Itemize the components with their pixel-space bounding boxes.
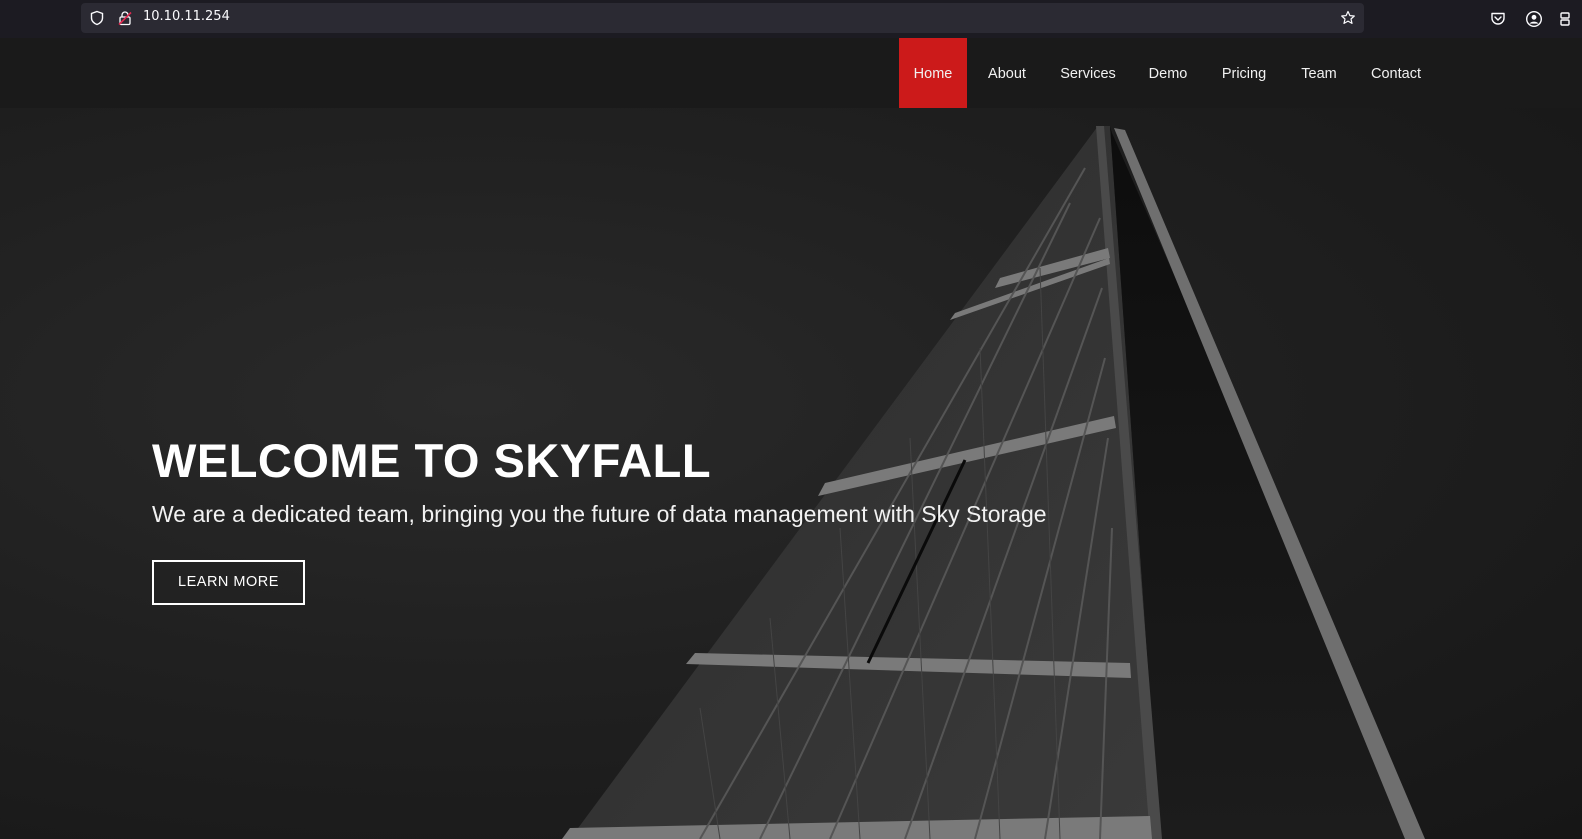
nav-home[interactable]: Home — [899, 38, 967, 108]
pocket-icon[interactable] — [1489, 10, 1507, 28]
browser-toolbar: 10.10.11.254 — [0, 0, 1582, 38]
shield-icon[interactable] — [89, 10, 105, 26]
nav-services[interactable]: Services — [1050, 38, 1126, 108]
insecure-lock-icon[interactable] — [117, 10, 133, 26]
hero-title: WELCOME TO SKYFALL — [152, 434, 712, 487]
nav-contact[interactable]: Contact — [1360, 38, 1432, 108]
bookmark-star-icon[interactable] — [1340, 10, 1356, 26]
account-icon[interactable] — [1525, 10, 1543, 28]
learn-more-button[interactable]: LEARN MORE — [152, 560, 305, 605]
nav-team[interactable]: Team — [1290, 38, 1348, 108]
hero-subtitle: We are a dedicated team, bringing you th… — [152, 501, 1047, 527]
site-navbar: Home About Services Demo Pricing Team Co… — [0, 38, 1582, 108]
url-text[interactable]: 10.10.11.254 — [143, 9, 230, 24]
extensions-icon[interactable] — [1560, 10, 1578, 28]
hero-section: WELCOME TO SKYFALL We are a dedicated te… — [0, 108, 1582, 839]
address-bar[interactable]: 10.10.11.254 — [81, 3, 1364, 33]
nav-pricing[interactable]: Pricing — [1210, 38, 1278, 108]
nav-demo[interactable]: Demo — [1138, 38, 1198, 108]
nav-about[interactable]: About — [975, 38, 1039, 108]
